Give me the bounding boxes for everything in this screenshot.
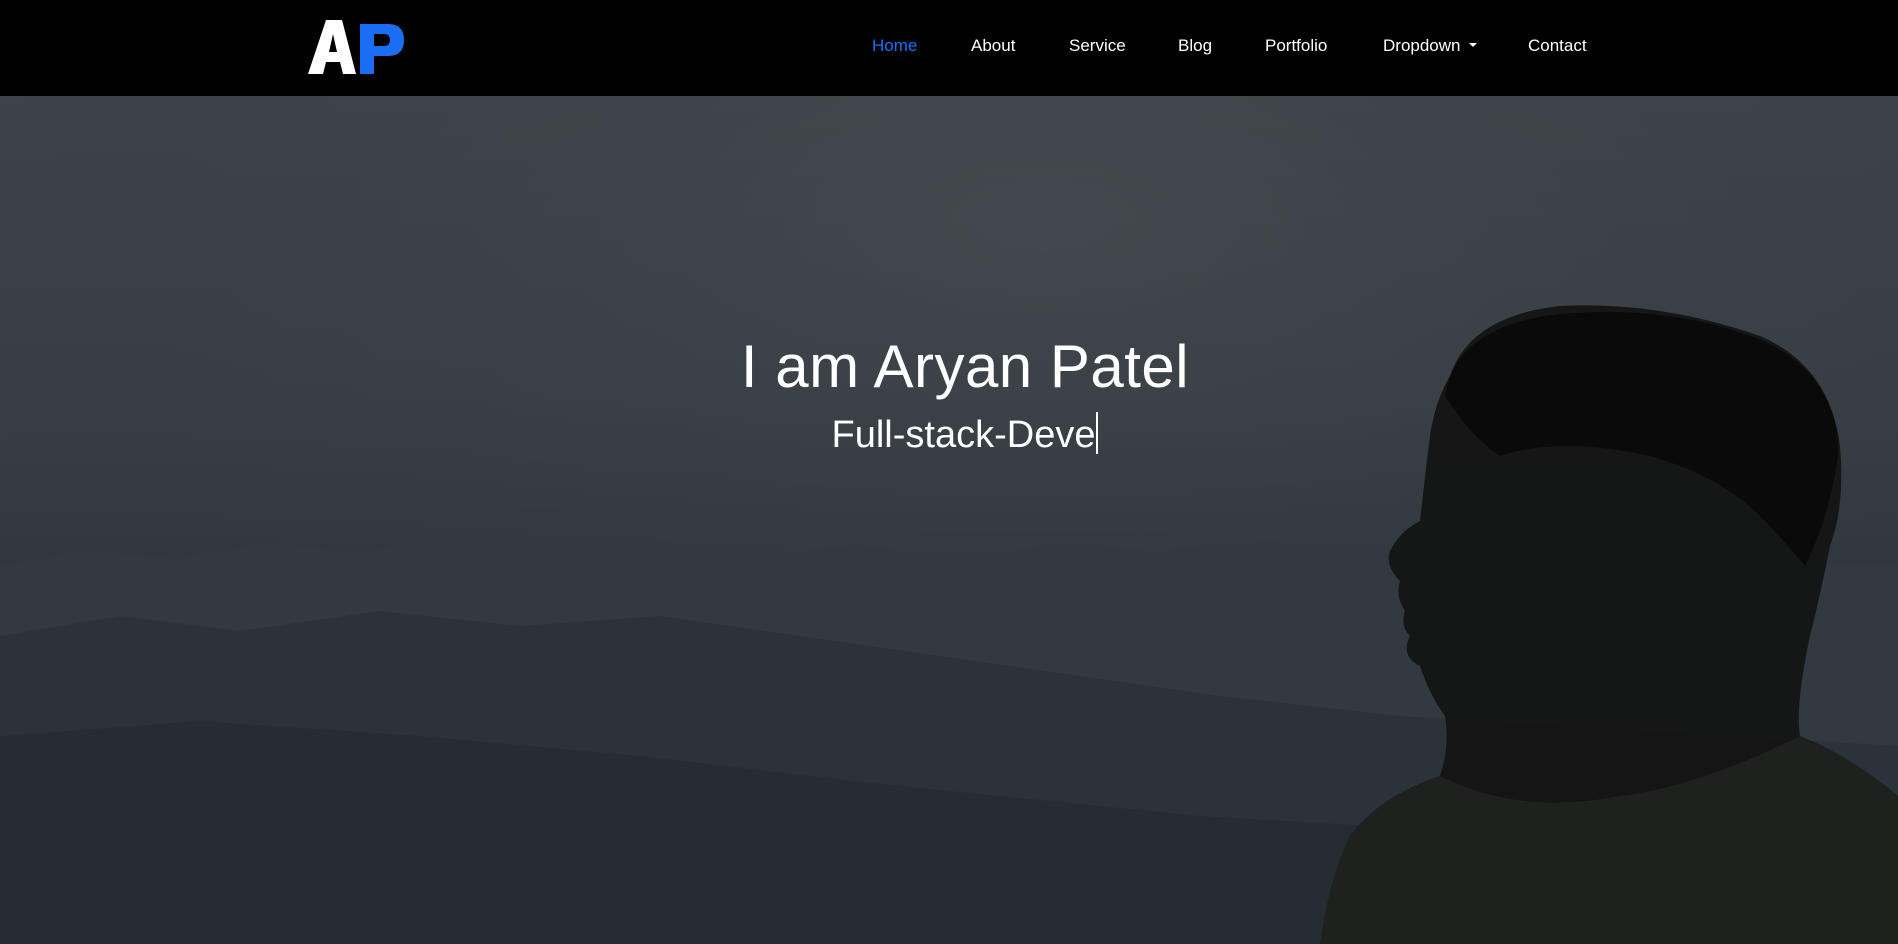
nav-item-about[interactable]: About [971, 36, 1015, 56]
hero-section: I am Aryan Patel Full-stack-Deve [0, 96, 1898, 944]
nav-item-portfolio[interactable]: Portfolio [1265, 36, 1327, 56]
nav-menu: Home About Service Blog Portfolio Dropdo… [0, 0, 1898, 96]
nav-item-service[interactable]: Service [1069, 36, 1126, 56]
nav-item-dropdown[interactable]: Dropdown [1383, 36, 1477, 56]
nav-item-home[interactable]: Home [872, 36, 917, 56]
typing-cursor [1096, 411, 1099, 454]
hero-title: I am Aryan Patel [740, 333, 1190, 400]
navbar: Home About Service Blog Portfolio Dropdo… [0, 0, 1898, 96]
nav-item-blog[interactable]: Blog [1178, 36, 1212, 56]
hero-typed-subtitle: Full-stack-Deve [0, 411, 1898, 458]
nav-item-dropdown-label: Dropdown [1383, 36, 1461, 55]
caret-down-icon [1468, 42, 1477, 47]
hero-background-photo [0, 96, 1898, 944]
nav-item-contact[interactable]: Contact [1528, 36, 1587, 56]
typed-text: Full-stack-Deve [831, 414, 1096, 456]
